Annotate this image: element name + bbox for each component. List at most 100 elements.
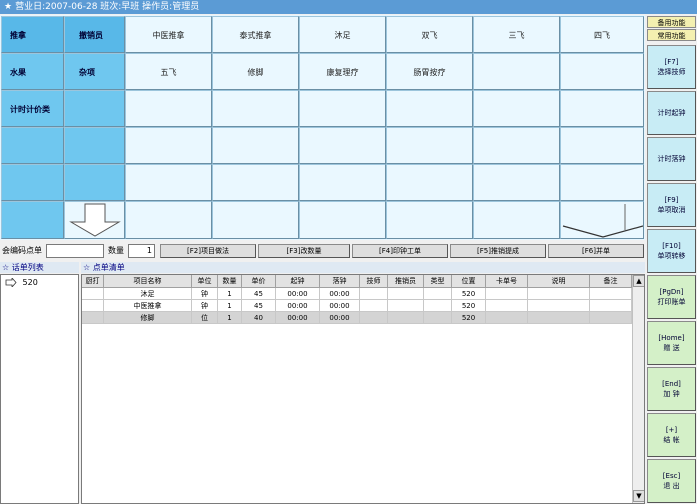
- qty-input[interactable]: 1: [128, 244, 155, 258]
- service-cell[interactable]: [386, 164, 473, 201]
- service-cell[interactable]: [299, 127, 386, 164]
- scroll-up-icon[interactable]: ▲: [633, 275, 644, 287]
- table-cell[interactable]: 1: [218, 288, 242, 300]
- tab-backup-functions[interactable]: 备用功能: [647, 16, 696, 28]
- service-cell[interactable]: 三飞: [473, 16, 560, 53]
- table-cell[interactable]: 钟: [192, 288, 218, 300]
- service-cell[interactable]: [560, 53, 644, 90]
- service-cell[interactable]: [299, 90, 386, 127]
- table-cell[interactable]: [388, 300, 424, 312]
- exit-button[interactable]: [Esc] 退 出: [647, 459, 696, 503]
- service-cell[interactable]: 康复理疗: [299, 53, 386, 90]
- category-empty[interactable]: [64, 164, 125, 201]
- service-cell[interactable]: [212, 90, 299, 127]
- table-cell[interactable]: 1: [218, 312, 242, 324]
- column-header[interactable]: 起钟: [276, 275, 320, 288]
- column-header[interactable]: 单位: [192, 275, 218, 288]
- service-cell[interactable]: [473, 201, 560, 239]
- table-cell[interactable]: [82, 312, 104, 324]
- category-revoke[interactable]: 撤销员: [64, 16, 125, 53]
- category-scroll-down[interactable]: [64, 201, 125, 239]
- table-cell[interactable]: [360, 300, 388, 312]
- table-cell[interactable]: [590, 288, 632, 300]
- table-cell[interactable]: 40: [242, 312, 276, 324]
- table-cell[interactable]: [388, 288, 424, 300]
- service-cell[interactable]: 中医推拿: [125, 16, 212, 53]
- service-cell[interactable]: [125, 164, 212, 201]
- table-cell[interactable]: [590, 312, 632, 324]
- table-cell[interactable]: [486, 312, 528, 324]
- column-header[interactable]: 备注: [590, 275, 632, 288]
- add-time-button[interactable]: [End] 加 钟: [647, 367, 696, 411]
- service-cell[interactable]: [212, 164, 299, 201]
- column-header[interactable]: 位置: [452, 275, 486, 288]
- category-fruit[interactable]: 水果: [1, 53, 64, 90]
- service-scroll-down[interactable]: [560, 201, 644, 239]
- table-cell[interactable]: 520: [452, 300, 486, 312]
- category-empty[interactable]: [64, 127, 125, 164]
- column-header[interactable]: 单价: [242, 275, 276, 288]
- service-cell[interactable]: 四飞: [560, 16, 644, 53]
- category-tuina[interactable]: 推拿: [1, 16, 64, 53]
- table-cell[interactable]: 520: [452, 312, 486, 324]
- select-technician-button[interactable]: [F7] 选择技师: [647, 45, 696, 89]
- column-header[interactable]: 技师: [360, 275, 388, 288]
- category-empty[interactable]: [64, 90, 125, 127]
- column-header[interactable]: 数量: [218, 275, 242, 288]
- service-cell[interactable]: [473, 127, 560, 164]
- order-list-item[interactable]: 520: [5, 276, 38, 289]
- service-cell[interactable]: [212, 201, 299, 239]
- table-cell[interactable]: [424, 288, 452, 300]
- table-cell[interactable]: [360, 312, 388, 324]
- service-cell[interactable]: [299, 201, 386, 239]
- table-cell[interactable]: [424, 312, 452, 324]
- category-empty[interactable]: [1, 164, 64, 201]
- print-bill-button[interactable]: [PgDn] 打印账单: [647, 275, 696, 319]
- table-cell[interactable]: [82, 288, 104, 300]
- table-cell[interactable]: [528, 288, 590, 300]
- table-cell[interactable]: [388, 312, 424, 324]
- service-cell[interactable]: [560, 127, 644, 164]
- service-cell[interactable]: [299, 164, 386, 201]
- table-cell[interactable]: 00:00: [320, 300, 360, 312]
- service-cell[interactable]: [125, 201, 212, 239]
- column-header[interactable]: 落钟: [320, 275, 360, 288]
- service-cell[interactable]: [560, 164, 644, 201]
- table-cell[interactable]: 位: [192, 312, 218, 324]
- service-cell[interactable]: [473, 53, 560, 90]
- f5-sales-commission-button[interactable]: [F5]推销提成: [450, 244, 546, 258]
- service-cell[interactable]: [473, 164, 560, 201]
- table-cell[interactable]: [528, 300, 590, 312]
- service-cell[interactable]: 泰式推拿: [212, 16, 299, 53]
- column-header[interactable]: 说明: [528, 275, 590, 288]
- column-header[interactable]: 厨打: [82, 275, 104, 288]
- service-cell[interactable]: [212, 127, 299, 164]
- category-empty[interactable]: [1, 201, 64, 239]
- f3-change-qty-button[interactable]: [F3]改数量: [258, 244, 350, 258]
- table-cell[interactable]: 修脚: [104, 312, 192, 324]
- table-cell[interactable]: 45: [242, 300, 276, 312]
- column-header[interactable]: 类型: [424, 275, 452, 288]
- gift-button[interactable]: [Home] 赠 送: [647, 321, 696, 365]
- table-cell[interactable]: 45: [242, 288, 276, 300]
- service-cell[interactable]: 双飞: [386, 16, 473, 53]
- column-header[interactable]: 卡单号: [486, 275, 528, 288]
- table-cell[interactable]: [486, 300, 528, 312]
- table-cell[interactable]: 00:00: [276, 288, 320, 300]
- table-cell[interactable]: 00:00: [320, 312, 360, 324]
- category-misc[interactable]: 杂项: [64, 53, 125, 90]
- service-cell[interactable]: [125, 90, 212, 127]
- table-cell[interactable]: [528, 312, 590, 324]
- service-cell[interactable]: [386, 127, 473, 164]
- service-cell[interactable]: [473, 90, 560, 127]
- table-cell[interactable]: 钟: [192, 300, 218, 312]
- f4-print-ticket-button[interactable]: [F4]印钟工单: [352, 244, 448, 258]
- table-cell[interactable]: 520: [452, 288, 486, 300]
- category-empty[interactable]: [1, 127, 64, 164]
- tab-common-functions[interactable]: 常用功能: [647, 29, 696, 41]
- table-cell[interactable]: 00:00: [276, 300, 320, 312]
- category-timed-pricing[interactable]: 计时计价类: [1, 90, 64, 127]
- f2-item-method-button[interactable]: [F2]项目做法: [160, 244, 256, 258]
- vertical-scrollbar[interactable]: ▲ ▼: [632, 275, 644, 503]
- timed-stop-button[interactable]: 计时落钟: [647, 137, 696, 181]
